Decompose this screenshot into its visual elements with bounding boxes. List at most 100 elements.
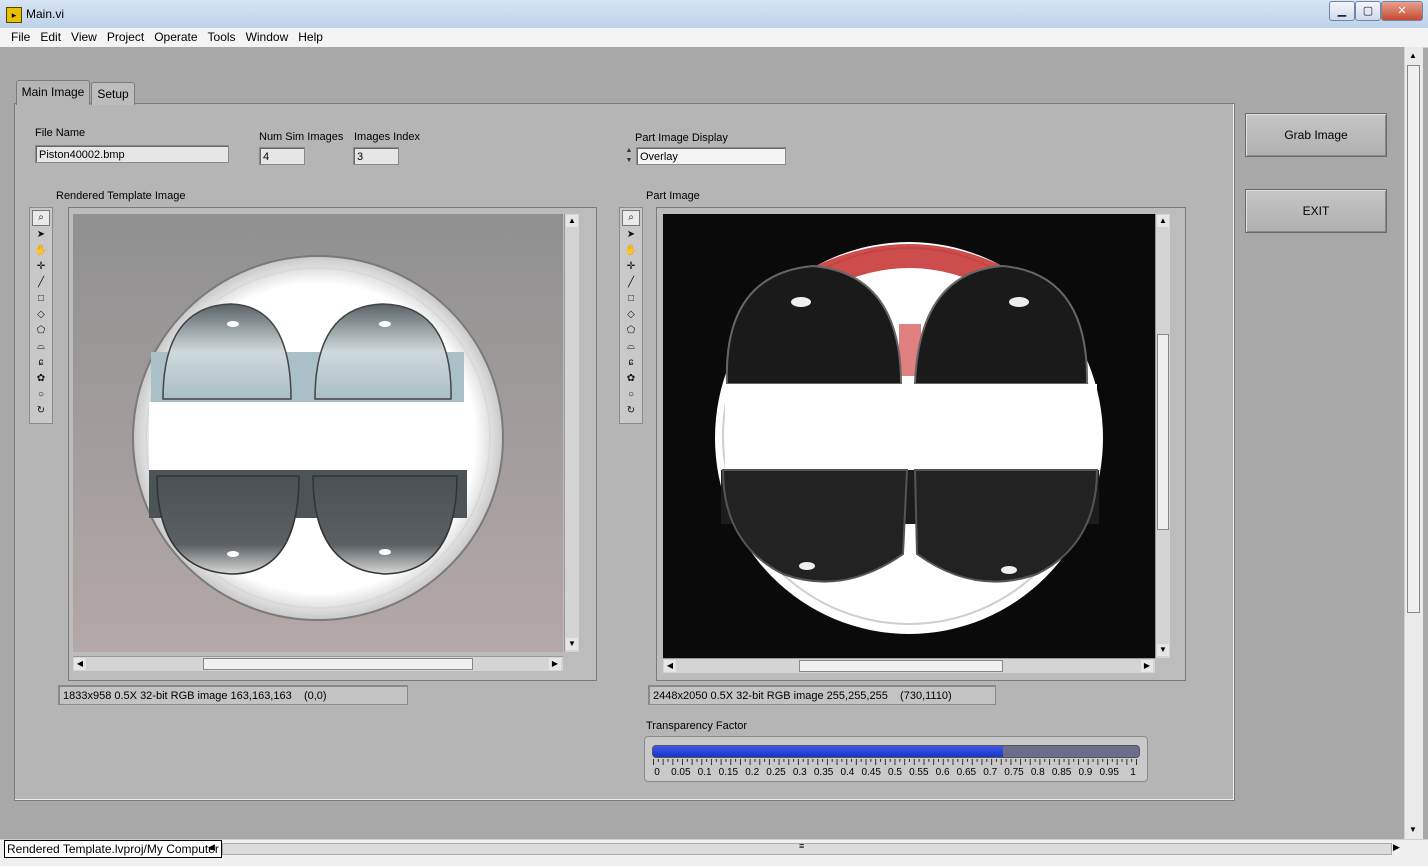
- part-hscroll-thumb[interactable]: [799, 660, 1003, 672]
- zoom-icon[interactable]: ⌕: [622, 210, 640, 226]
- menu-project[interactable]: Project: [102, 28, 149, 47]
- scroll-left-icon[interactable]: ◀: [74, 658, 86, 670]
- scroll-grip-icon[interactable]: ≡: [799, 841, 804, 851]
- exit-button[interactable]: EXIT: [1245, 189, 1387, 233]
- freehand-icon[interactable]: ⌓: [623, 340, 639, 354]
- template-vertical-scrollbar[interactable]: ▲ ▼: [564, 214, 579, 652]
- scroll-down-icon[interactable]: ▼: [1157, 644, 1169, 656]
- window-scroll-thumb[interactable]: [1407, 65, 1420, 613]
- rotated-rectangle-icon[interactable]: ◇: [33, 308, 49, 322]
- menu-view[interactable]: View: [66, 28, 102, 47]
- scroll-right-icon[interactable]: ▶: [549, 658, 561, 670]
- menu-operate[interactable]: Operate: [149, 28, 202, 47]
- slider-tick-label: 0.45: [861, 767, 881, 778]
- grab-image-button[interactable]: Grab Image: [1245, 113, 1387, 157]
- slider-tick-label: 0.55: [909, 767, 929, 778]
- annulus-icon[interactable]: ✿: [623, 372, 639, 386]
- rectangle-icon[interactable]: □: [623, 292, 639, 306]
- close-button[interactable]: ✕: [1381, 1, 1423, 21]
- template-image[interactable]: [73, 214, 563, 652]
- window-title: Main.vi: [26, 7, 65, 21]
- rectangle-icon[interactable]: □: [33, 292, 49, 306]
- pointer-icon[interactable]: ➤: [33, 228, 49, 242]
- scroll-up-icon[interactable]: ▲: [1157, 215, 1169, 227]
- file-name-label: File Name: [35, 127, 86, 139]
- slider-tick-label: 1: [1130, 767, 1136, 778]
- window-vertical-scrollbar[interactable]: ▲ ▼: [1404, 47, 1423, 839]
- scroll-up-icon[interactable]: ▲: [566, 215, 578, 227]
- part-vertical-scrollbar[interactable]: ▲ ▼: [1155, 214, 1170, 658]
- transparency-factor-label: Transparency Factor: [646, 720, 748, 732]
- polygon-icon[interactable]: ⬠: [33, 324, 49, 338]
- tab-main-image[interactable]: Main Image: [16, 80, 90, 105]
- images-index-field[interactable]: 3: [353, 147, 399, 165]
- minimize-button[interactable]: ▁: [1329, 1, 1355, 21]
- point-icon[interactable]: ✛: [33, 260, 49, 274]
- point-icon[interactable]: ✛: [623, 260, 639, 274]
- freehand-line-icon[interactable]: ɕ: [623, 356, 639, 370]
- project-context[interactable]: Rendered Template.lvproj/My Computer: [4, 840, 222, 858]
- labview-vi-icon[interactable]: ▸: [6, 7, 22, 23]
- tab-setup[interactable]: Setup: [91, 82, 135, 105]
- rotated-rectangle-icon[interactable]: ◇: [623, 308, 639, 322]
- window-horizontal-scrollbar[interactable]: ≡: [222, 841, 1392, 855]
- oval-icon[interactable]: ○: [33, 388, 49, 402]
- scroll-right-icon[interactable]: ▶: [1141, 660, 1153, 672]
- slider-ticks: [653, 759, 1137, 765]
- scroll-right-icon[interactable]: ▶: [1393, 842, 1400, 853]
- slider-tick-label: 0.3: [792, 767, 807, 778]
- freehand-line-icon[interactable]: ɕ: [33, 356, 49, 370]
- rendered-template-label: Rendered Template Image: [56, 190, 186, 202]
- ring-increment-icon[interactable]: ▲ ▼: [624, 146, 634, 166]
- scroll-down-icon[interactable]: ▼: [1409, 825, 1417, 834]
- part-vscroll-thumb[interactable]: [1157, 334, 1169, 530]
- broken-line-icon[interactable]: ↻: [33, 404, 49, 418]
- slider-tick-label: 0.75: [1004, 767, 1024, 778]
- slider-tick-label: 0.4: [840, 767, 855, 778]
- oval-icon[interactable]: ○: [623, 388, 639, 402]
- rendered-template-display[interactable]: ▲ ▼ ◀ ▶: [68, 207, 597, 681]
- menu-file[interactable]: File: [6, 28, 35, 47]
- menu-tools[interactable]: Tools: [203, 28, 241, 47]
- menu-window[interactable]: Window: [241, 28, 294, 47]
- freehand-icon[interactable]: ⌓: [33, 340, 49, 354]
- broken-line-icon[interactable]: ↻: [623, 404, 639, 418]
- part-image-label: Part Image: [646, 190, 700, 202]
- part-image-display-label: Part Image Display: [635, 132, 728, 144]
- scroll-down-icon[interactable]: ▼: [566, 638, 578, 650]
- scroll-up-icon[interactable]: ▲: [1409, 51, 1417, 60]
- slider-tick-label: 0.7: [983, 767, 998, 778]
- slider-tick-label: 0.65: [956, 767, 977, 778]
- images-index-label: Images Index: [354, 131, 421, 143]
- maximize-button[interactable]: ▢: [1355, 1, 1381, 21]
- file-name-field[interactable]: Piston40002.bmp: [35, 145, 229, 163]
- annulus-icon[interactable]: ✿: [33, 372, 49, 386]
- slider-track[interactable]: [652, 745, 1140, 758]
- transparency-factor-slider[interactable]: 0 0.05 0.1 0.15 0.2 0.25 0.3 0.35 0.4 0.45 0.5 0.55…: [644, 736, 1148, 782]
- slider-tick-label: 0.35: [813, 767, 834, 778]
- part-image[interactable]: [663, 214, 1155, 658]
- template-hscroll-thumb[interactable]: [203, 658, 473, 670]
- pan-icon[interactable]: ✋: [623, 244, 639, 258]
- line-icon[interactable]: ╱: [33, 276, 49, 290]
- part-image-display-ring[interactable]: Overlay: [636, 147, 786, 165]
- slider-tick-label: 0.9: [1078, 767, 1093, 778]
- part-image-display[interactable]: ▲ ▼ ◀ ▶: [656, 207, 1186, 681]
- line-icon[interactable]: ╱: [623, 276, 639, 290]
- part-image-status: 2448x2050 0.5X 32-bit RGB image 255,255,…: [648, 685, 996, 705]
- menu-help[interactable]: Help: [293, 28, 328, 47]
- status-bar: Rendered Template.lvproj/My Computer ◀ ≡…: [0, 839, 1428, 866]
- polygon-icon[interactable]: ⬠: [623, 324, 639, 338]
- title-bar: ▸ Main.vi ▁ ▢ ✕: [0, 0, 1428, 29]
- num-sim-images-field[interactable]: 4: [259, 147, 305, 165]
- pan-icon[interactable]: ✋: [33, 244, 49, 258]
- zoom-icon[interactable]: ⌕: [32, 210, 50, 226]
- slider-tick-label: 0.6: [935, 767, 950, 778]
- part-horizontal-scrollbar[interactable]: ◀ ▶: [663, 658, 1155, 673]
- scroll-left-icon[interactable]: ◀: [664, 660, 676, 672]
- template-horizontal-scrollbar[interactable]: ◀ ▶: [73, 656, 563, 671]
- slider-tick-label: 0: [654, 767, 660, 778]
- scroll-left-icon[interactable]: ◀: [208, 842, 215, 853]
- pointer-icon[interactable]: ➤: [623, 228, 639, 242]
- menu-edit[interactable]: Edit: [35, 28, 66, 47]
